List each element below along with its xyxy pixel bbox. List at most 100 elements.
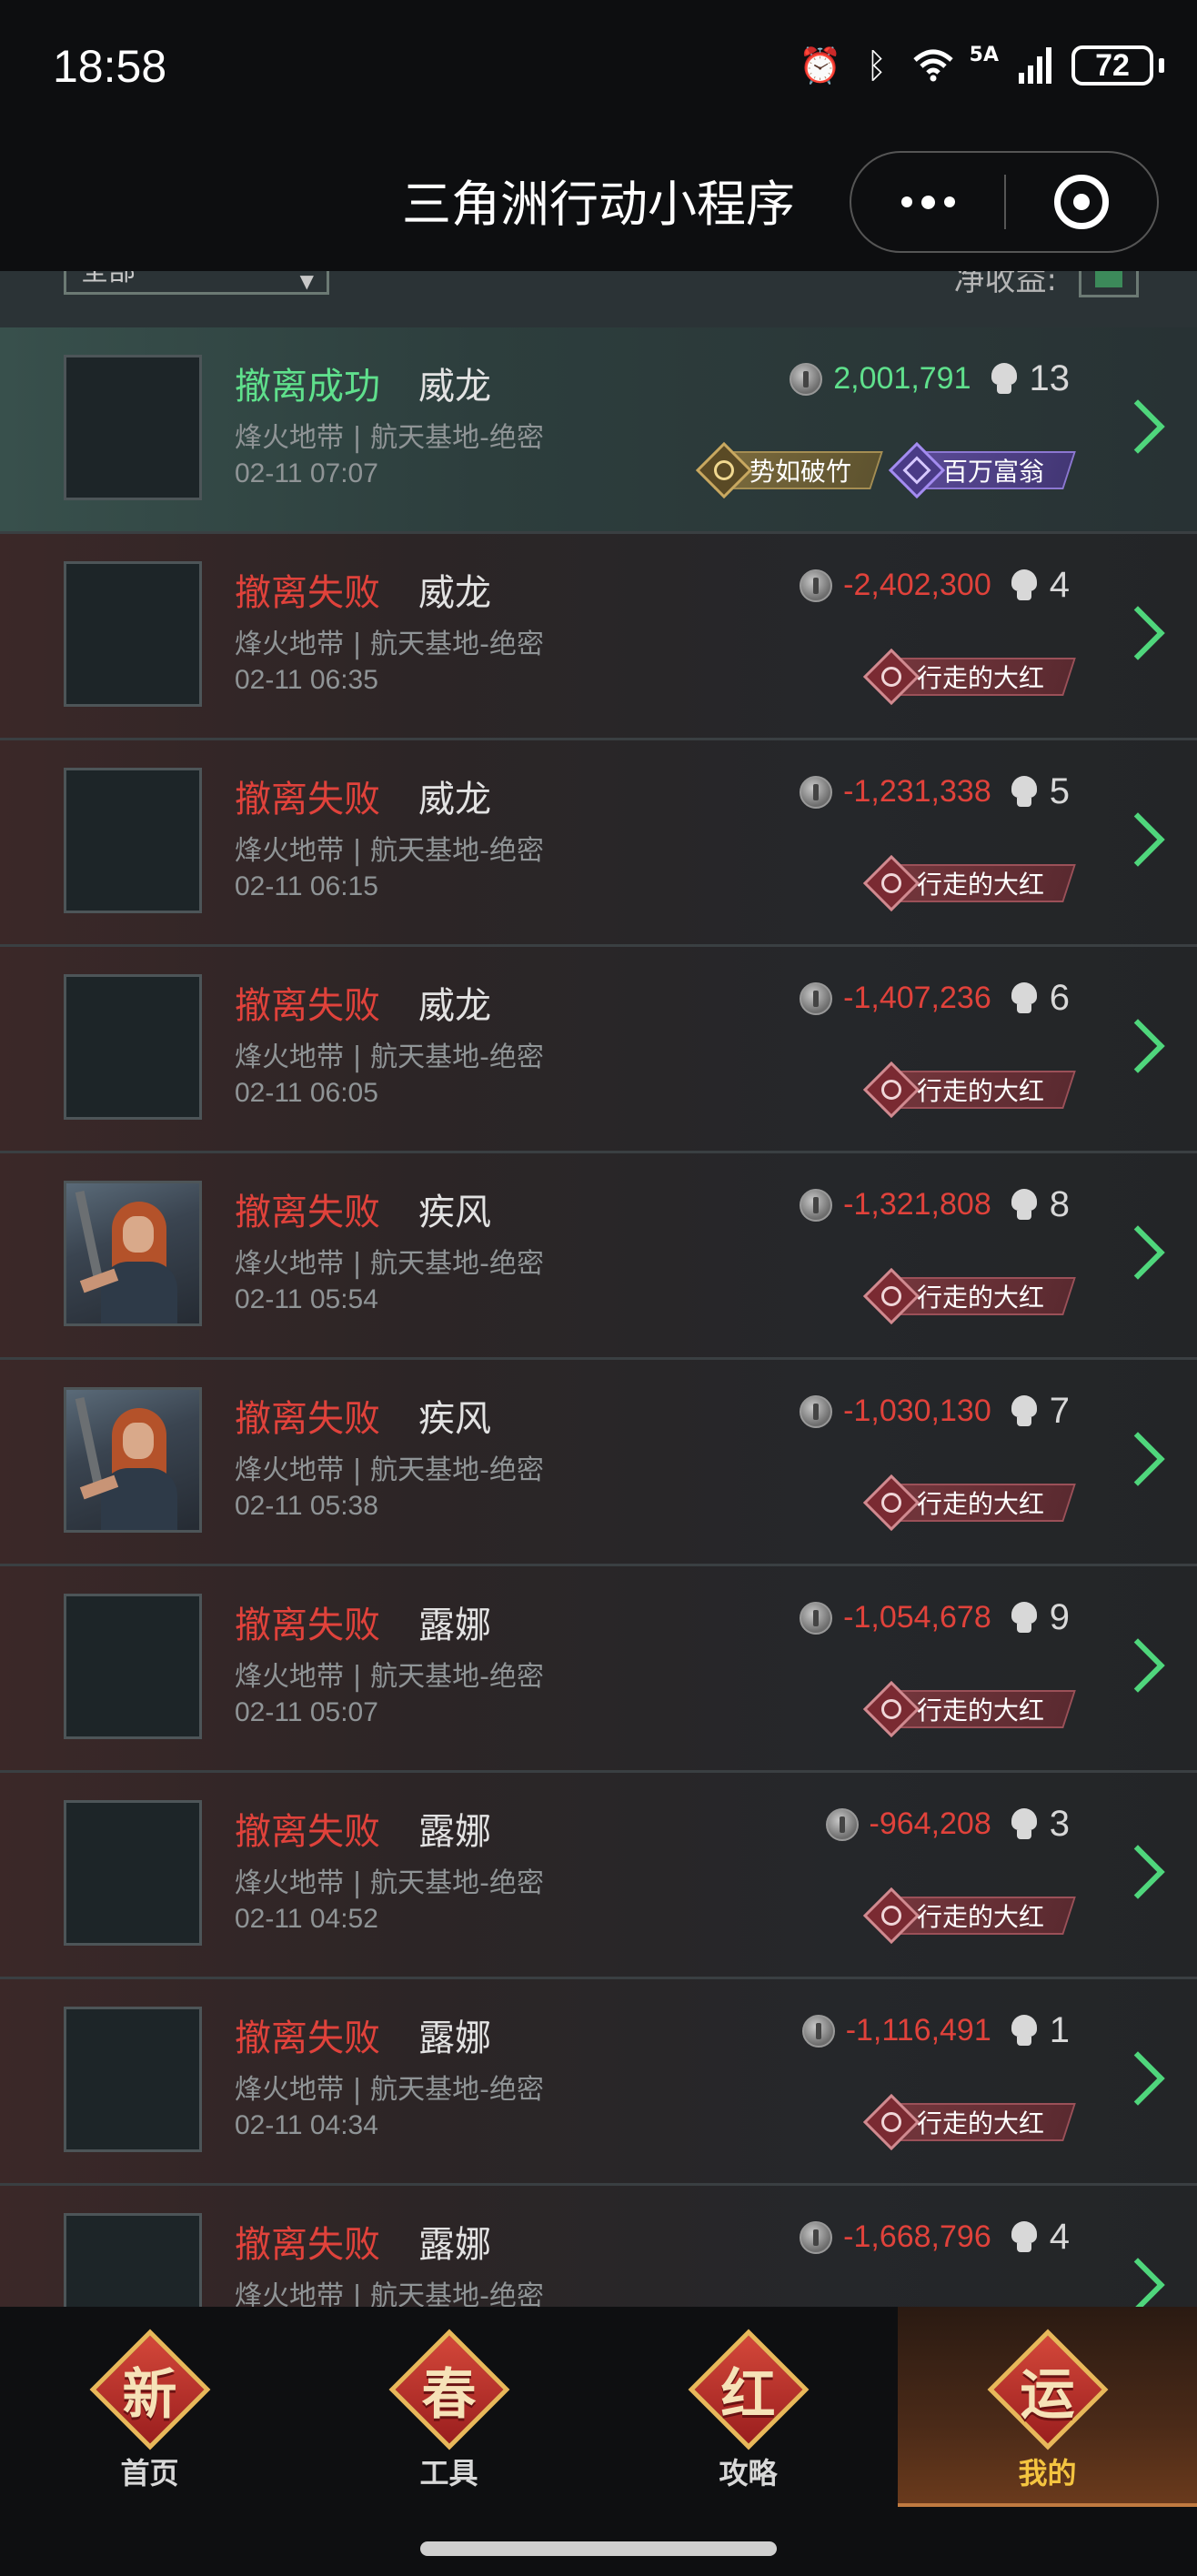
achievement-badge: 行走的大红	[862, 648, 1076, 706]
tab-label: 首页	[120, 2456, 179, 2490]
extraction-status: 撤离失败	[235, 2018, 380, 2059]
map-name: 烽火地带 | 航天基地-绝密	[235, 835, 545, 867]
value-row: -1,030,130 7	[800, 1391, 1070, 1432]
match-time: 02-11 05:54	[235, 1284, 378, 1314]
record-row[interactable]: 撤离失败 威龙 烽火地带 | 航天基地-绝密 02-11 06:35 -2,402,30…	[0, 534, 1197, 740]
match-record-list[interactable]: 全部 ▼ 净收益: 撤离成功 威龙 烽火地带 | 航天基地-绝密 02-11 07:0…	[0, 271, 1197, 2307]
home-indicator[interactable]	[420, 2541, 777, 2556]
value-row: -2,402,300 4	[800, 565, 1070, 606]
coin-icon	[800, 775, 833, 809]
badge-label: 行走的大红	[916, 1489, 1044, 1519]
chevron-right-icon[interactable]	[1119, 2257, 1159, 2307]
kill-count: 7	[1049, 1391, 1070, 1431]
operator-avatar	[64, 1181, 202, 1326]
map-name: 烽火地带 | 航天基地-绝密	[235, 1661, 545, 1693]
status-icons: ⏰ ᛒ 5A 72	[799, 44, 1164, 86]
record-row[interactable]: 撤离失败 威龙 烽火地带 | 航天基地-绝密 02-11 06:15 -1,231,33…	[0, 740, 1197, 947]
kill-count: 13	[1029, 358, 1071, 398]
badge-list: 行走的大红	[862, 1474, 1076, 1532]
chevron-right-icon[interactable]	[1119, 1018, 1159, 1078]
tab-0[interactable]: 新首页	[0, 2307, 299, 2507]
badge-list: 行走的大红	[862, 1061, 1076, 1119]
tab-label: 我的	[1018, 2456, 1077, 2490]
status-time: 18:58	[53, 41, 167, 92]
badge-list: 行走的大红	[862, 1887, 1076, 1945]
achievement-badge: 行走的大红	[862, 2093, 1076, 2151]
title-bar: 三角洲行动小程序	[0, 136, 1197, 271]
record-row[interactable]: 撤离失败 露娜 烽火地带 | 航天基地-绝密 02-11 04:34 -1,116,49…	[0, 1979, 1197, 2186]
net-value: -1,407,236	[843, 981, 991, 1015]
operator-name: 威龙	[418, 572, 491, 614]
festive-diamond-icon: 春	[388, 2329, 509, 2450]
record-row[interactable]: 撤离失败 露娜 烽火地带 | 航天基地-绝密 02-11 05:07 -1,054,67…	[0, 1566, 1197, 1773]
tab-2[interactable]: 红攻略	[598, 2307, 898, 2507]
record-row[interactable]: 撤离失败 疾风 烽火地带 | 航天基地-绝密 02-11 05:54 -1,321,80…	[0, 1153, 1197, 1360]
achievement-badge: 百万富翁	[888, 441, 1076, 499]
skull-icon	[1010, 1394, 1039, 1428]
chevron-right-icon[interactable]	[1119, 1224, 1159, 1284]
record-row[interactable]: 撤离失败 疾风 烽火地带 | 航天基地-绝密 02-11 05:38 -1,030,13…	[0, 1360, 1197, 1566]
chevron-right-icon[interactable]	[1119, 398, 1159, 458]
badge-label: 行走的大红	[916, 1696, 1044, 1726]
mode-filter-select[interactable]: 全部 ▼	[64, 271, 329, 295]
badge-label: 行走的大红	[916, 870, 1044, 900]
chevron-right-icon[interactable]	[1119, 605, 1159, 665]
status-bar: 18:58 ⏰ ᛒ 5A 72	[0, 0, 1197, 136]
chevron-right-icon[interactable]	[1119, 1844, 1159, 1904]
net-income-label: 净收益:	[953, 271, 1057, 298]
match-time: 02-11 04:52	[235, 1904, 378, 1934]
coin-icon	[800, 981, 833, 1015]
value-row: -1,054,678 9	[800, 1597, 1070, 1638]
record-row[interactable]: 撤离失败 威龙 烽火地带 | 航天基地-绝密 02-11 06:05 -1,407,23…	[0, 947, 1197, 1153]
extraction-status: 撤离失败	[235, 2224, 380, 2266]
signal-icon	[1015, 45, 1055, 86]
net-value: -2,402,300	[843, 568, 991, 602]
battery-level: 72	[1095, 47, 1130, 83]
close-target-icon[interactable]	[1006, 151, 1157, 253]
badge-list: 行走的大红	[862, 854, 1076, 912]
festive-diamond-icon: 红	[688, 2329, 809, 2450]
net-value: -1,231,338	[843, 774, 991, 809]
wifi-icon	[912, 45, 953, 86]
value-row: -1,668,796 4	[800, 2217, 1070, 2258]
coin-icon	[825, 1807, 859, 1841]
chevron-right-icon[interactable]	[1119, 811, 1159, 871]
value-row: -964,208 3	[825, 1804, 1070, 1845]
coin-icon	[790, 362, 823, 396]
festive-diamond-icon: 运	[987, 2329, 1108, 2450]
operator-avatar	[64, 355, 202, 500]
badge-list: 行走的大红	[862, 2093, 1076, 2151]
record-row[interactable]: 撤离失败 露娜 烽火地带 | 航天基地-绝密 02-11 04:52 -964,208 3…	[0, 1773, 1197, 1979]
chevron-right-icon[interactable]	[1119, 2050, 1159, 2110]
tab-1[interactable]: 春工具	[299, 2307, 598, 2507]
net-income-checkbox[interactable]	[1079, 271, 1139, 297]
achievement-badge: 行走的大红	[862, 1887, 1076, 1945]
chevron-right-icon[interactable]	[1119, 1431, 1159, 1491]
achievement-badge: 行走的大红	[862, 1267, 1076, 1325]
record-row[interactable]: 撤离失败 露娜 烽火地带 | 航天基地-绝密 -1,668,796 4	[0, 2186, 1197, 2307]
operator-avatar	[64, 2213, 202, 2307]
kill-count: 9	[1049, 1597, 1070, 1637]
mode-filter-value: 全部	[81, 271, 136, 287]
skull-icon	[1010, 2014, 1039, 2048]
badge-label: 百万富翁	[941, 457, 1044, 487]
skull-icon	[1010, 2220, 1039, 2254]
record-row[interactable]: 撤离成功 威龙 烽火地带 | 航天基地-绝密 02-11 07:07 2,001,791…	[0, 327, 1197, 534]
match-time: 02-11 04:34	[235, 2110, 378, 2140]
kill-count: 1	[1049, 2010, 1070, 2050]
coin-icon	[800, 1394, 833, 1428]
net-value: -1,030,130	[843, 1394, 991, 1428]
more-dots-icon[interactable]	[851, 151, 1004, 253]
operator-name: 威龙	[418, 366, 491, 408]
page-title-text: 三角洲行动小程序	[402, 176, 795, 233]
chevron-down-icon: ▼	[299, 271, 314, 292]
alarm-icon: ⏰	[799, 45, 842, 86]
coin-icon	[800, 569, 833, 602]
tab-3[interactable]: 运我的	[898, 2307, 1197, 2507]
net-value: -1,668,796	[843, 2219, 991, 2254]
skull-icon	[1010, 1601, 1039, 1635]
map-name: 烽火地带 | 航天基地-绝密	[235, 422, 545, 454]
chevron-right-icon[interactable]	[1119, 1637, 1159, 1697]
value-row: 2,001,791 13	[790, 358, 1070, 399]
battery-icon: 72	[1071, 45, 1153, 86]
